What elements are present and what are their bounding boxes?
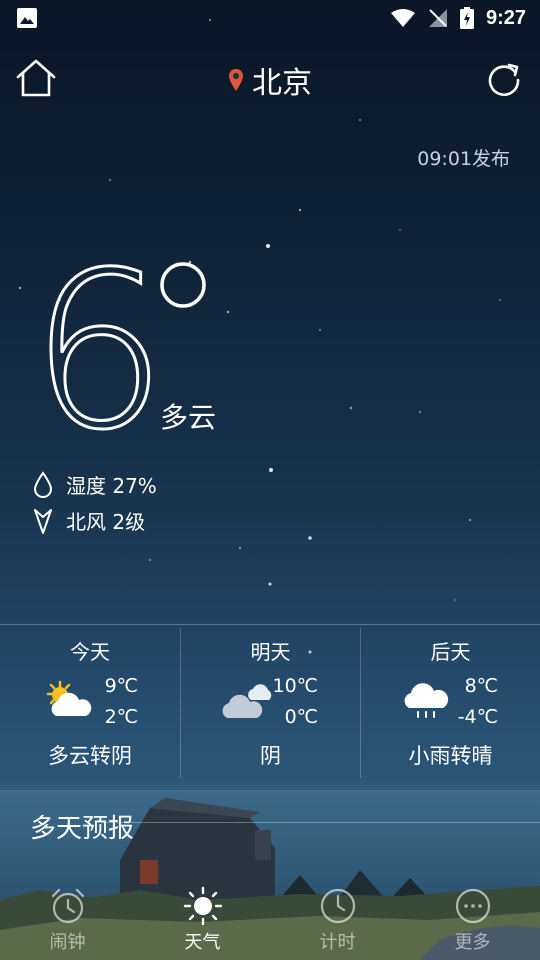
day-high: 10℃: [272, 675, 318, 697]
day-high: 8℃: [464, 675, 498, 697]
day-after-tomorrow[interactable]: 后天 8℃ -4℃ 小雨转晴: [360, 628, 540, 778]
day-condition: 阴: [260, 744, 281, 768]
light-rain-icon: [404, 683, 449, 718]
cloudy-icon: [222, 684, 272, 718]
day-label: 明天: [250, 640, 291, 664]
header: 北京: [0, 52, 540, 104]
status-bar: 9:27: [0, 0, 540, 36]
wind-text: 北风 2级: [66, 510, 146, 534]
city-name: 北京: [252, 66, 312, 101]
day-condition: 小雨转晴: [408, 744, 493, 768]
day-low: -4℃: [457, 706, 498, 728]
timer-icon: [320, 888, 356, 924]
partly-cloudy-icon: [46, 680, 92, 716]
three-day-summary: 今天 9℃ 2℃ 多云转阴 明天 10℃ 0℃ 阴 后天 8℃ -4℃ 小雨转晴: [0, 628, 540, 778]
refresh-icon[interactable]: [484, 56, 524, 100]
forecast-divider: [100, 822, 540, 823]
humidity-text: 湿度 27%: [66, 474, 157, 498]
no-signal-icon: [428, 9, 447, 27]
status-time: 9:27: [485, 6, 526, 29]
day-low: 0℃: [284, 706, 318, 728]
nav-alarm[interactable]: 闹钟: [0, 880, 135, 960]
temperature-value: 6: [30, 240, 167, 440]
water-drop-icon: [33, 470, 53, 498]
day-today[interactable]: 今天 9℃ 2℃ 多云转阴: [0, 628, 180, 778]
nav-timer[interactable]: 计时: [270, 880, 405, 960]
city-selector[interactable]: 北京: [0, 58, 540, 102]
nav-label: 更多: [454, 932, 491, 953]
day-low: 2℃: [104, 706, 138, 728]
nav-weather[interactable]: 天气: [135, 880, 270, 960]
wind-direction-icon: [34, 508, 52, 534]
more-icon: [455, 888, 491, 924]
day-label: 后天: [430, 640, 471, 664]
nav-label: 天气: [184, 932, 221, 953]
degree-symbol: [160, 262, 206, 308]
publish-time: 09:01发布: [417, 148, 510, 170]
day-condition: 多云转阴: [48, 744, 132, 768]
nav-label: 闹钟: [49, 932, 86, 953]
current-condition: 多云: [160, 401, 217, 434]
bottom-nav: 闹钟 天气 计时 更多: [0, 880, 540, 960]
battery-charging-icon: [459, 7, 474, 29]
nav-label: 计时: [319, 932, 356, 953]
forecast-title: 多天预报: [30, 814, 135, 844]
alarm-clock-icon: [51, 888, 85, 924]
day-high: 9℃: [104, 675, 138, 697]
divider: [0, 624, 540, 625]
location-pin-icon: [229, 69, 243, 91]
gallery-notification-icon: [17, 8, 37, 28]
wifi-icon: [390, 9, 415, 27]
humidity-row: 湿度 27%: [32, 470, 157, 499]
nav-more[interactable]: 更多: [405, 880, 540, 960]
day-tomorrow[interactable]: 明天 10℃ 0℃ 阴: [180, 628, 360, 778]
wind-row: 北风 2级: [32, 506, 145, 535]
sun-icon: [183, 886, 223, 926]
day-label: 今天: [70, 640, 110, 664]
